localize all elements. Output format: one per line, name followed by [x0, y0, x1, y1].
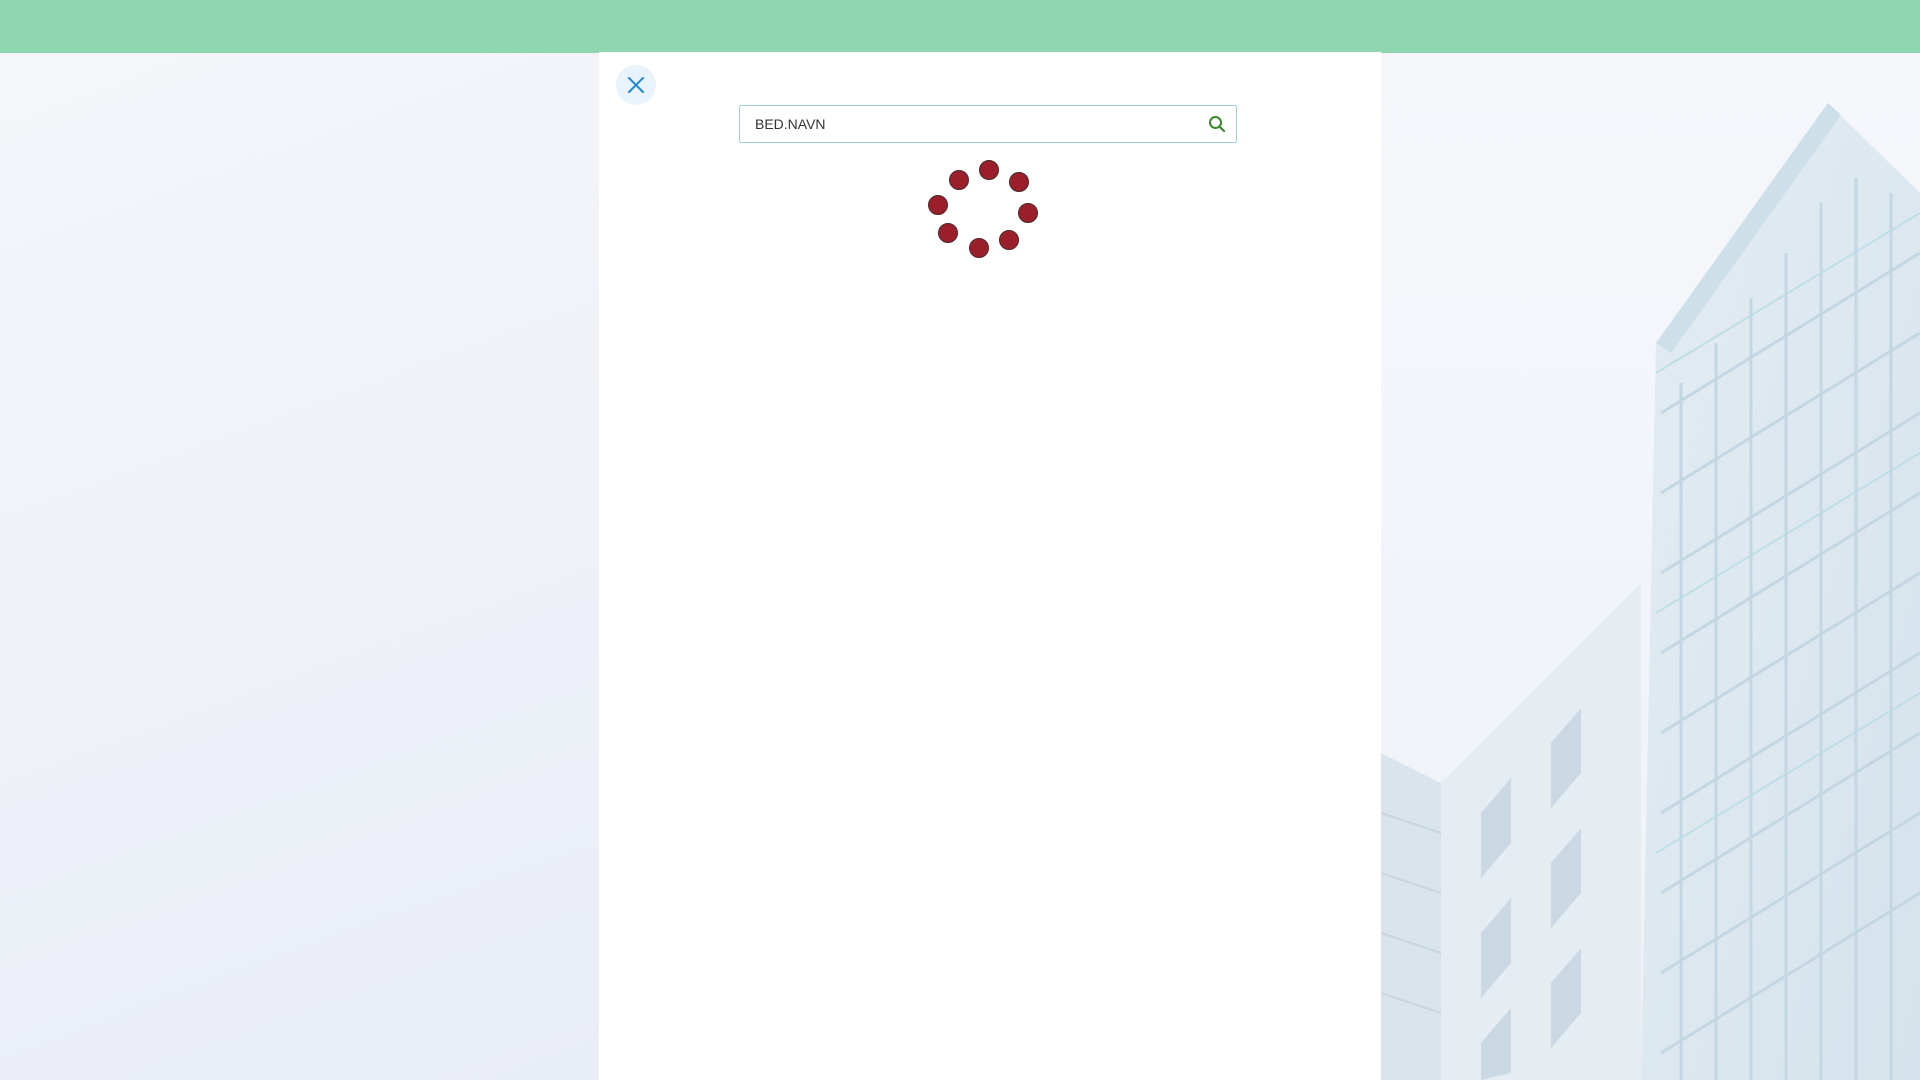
- search-icon[interactable]: [1208, 115, 1226, 133]
- close-button[interactable]: [616, 65, 656, 105]
- spinner-dot: [1018, 203, 1038, 223]
- spinner-dot: [979, 160, 999, 180]
- search-input[interactable]: [740, 106, 1180, 142]
- spinner-dot: [928, 195, 948, 215]
- background-building-image: [1381, 53, 1920, 1080]
- close-icon: [628, 77, 644, 93]
- top-header-bar: [0, 0, 1920, 53]
- spinner-dot: [949, 170, 969, 190]
- background-left: [0, 53, 599, 1080]
- spinner-dot: [1009, 172, 1029, 192]
- spinner-dot: [938, 223, 958, 243]
- spinner-dot: [969, 238, 989, 258]
- loading-spinner: [924, 160, 1054, 270]
- search-box: [739, 105, 1237, 143]
- spinner-dot: [999, 230, 1019, 250]
- search-dialog-panel: [599, 52, 1381, 1080]
